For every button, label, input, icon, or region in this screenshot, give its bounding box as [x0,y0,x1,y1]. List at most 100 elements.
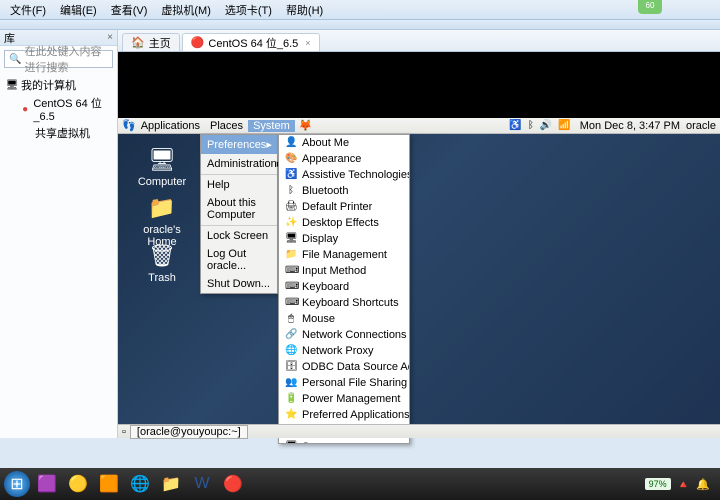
pref-network-proxy[interactable]: 🌐Network Proxy [279,343,409,359]
network-icon[interactable]: 📶 [558,120,570,131]
sys-lock[interactable]: Lock Screen [201,227,277,245]
clock[interactable]: Mon Dec 8, 3:47 PM [580,120,680,132]
pref-screensaver[interactable]: 🖥Screensaver [279,439,409,444]
system-tray: 97% 🔺 🔔 [645,478,716,491]
pref-assistive-technologies[interactable]: ♿Assistive Technologies [279,167,409,183]
word-icon[interactable]: W [188,471,216,497]
pref-item-icon: 🔋 [285,393,297,405]
tab-home[interactable]: 🏠主页 [122,33,180,51]
tab-centos[interactable]: 🔴CentOS 64 位_6.5× [182,33,320,51]
start-button[interactable]: ⊞ [4,471,30,497]
pref-personal-file-sharing[interactable]: 👥Personal File Sharing [279,375,409,391]
tray-icon[interactable]: 🔺 [677,478,691,491]
desktop-trash[interactable]: 🗑Trash [132,242,192,284]
tree-shared[interactable]: 共享虚拟机 [6,124,111,142]
menu-tabs[interactable]: 选项卡(T) [219,0,278,20]
host-menubar: 文件(F) 编辑(E) 查看(V) 虚拟机(M) 选项卡(T) 帮助(H) [0,0,720,20]
firefox-icon[interactable]: 🦊 [299,119,313,132]
pref-desktop-effects[interactable]: ✨Desktop Effects [279,215,409,231]
pref-item-icon: 🖥 [285,441,297,444]
computer-icon: 🖥 [6,79,18,91]
pref-default-printer[interactable]: 🖨Default Printer [279,199,409,215]
search-icon: 🔍 [9,54,21,65]
pref-item-icon: 🔗 [285,329,297,341]
pref-input-method[interactable]: ⌨Input Method [279,263,409,279]
menu-help[interactable]: 帮助(H) [280,0,329,20]
tree-vm-centos[interactable]: ●CentOS 64 位_6.5 [6,94,111,124]
volume-icon[interactable]: 🔊 [540,120,552,131]
tree-root[interactable]: 🖥我的计算机 [6,76,111,94]
pref-about-me[interactable]: 👤About Me [279,135,409,151]
pref-item-icon: ⭐ [285,409,297,421]
show-desktop-icon[interactable]: ▫ [122,426,126,438]
pref-display[interactable]: 🖥Display [279,231,409,247]
sys-about[interactable]: About this Computer [201,194,277,224]
pref-item-icon: 👤 [285,137,297,149]
menu-file[interactable]: 文件(F) [4,0,52,20]
menu-view[interactable]: 查看(V) [105,0,154,20]
pref-item-icon: 🖨 [285,201,297,213]
pref-appearance[interactable]: 🎨Appearance [279,151,409,167]
sidebar: 库 × 🔍 在此处键入内容进行搜索 🖥我的计算机 ●CentOS 64 位_6.… [0,30,118,438]
pref-keyboard-shortcuts[interactable]: ⌨Keyboard Shortcuts [279,295,409,311]
search-placeholder: 在此处键入内容进行搜索 [24,43,108,75]
sys-logout[interactable]: Log Out oracle... [201,245,277,275]
app-icon[interactable]: 🟧 [95,471,123,497]
pref-item-icon: 🌐 [285,345,297,357]
gnome-bottom-panel: ▫ [oracle@youyoupc:~] [118,424,720,438]
pref-network-connections[interactable]: 🔗Network Connections [279,327,409,343]
trash-icon: 🗑 [146,242,178,270]
menu-applications[interactable]: Applications [136,120,205,132]
app-icon[interactable]: 🟪 [33,471,61,497]
guest-screen: 👣 Applications Places System 🦊 ♿ ᛒ 🔊 📶 M… [118,52,720,438]
close-icon[interactable]: × [305,38,310,48]
pref-keyboard[interactable]: ⌨Keyboard [279,279,409,295]
menu-places[interactable]: Places [205,120,248,132]
chevron-right-icon: ▸ [266,138,272,151]
menu-vm[interactable]: 虚拟机(M) [155,0,217,20]
sys-shutdown[interactable]: Shut Down... [201,275,277,293]
user-menu[interactable]: oracle [686,120,716,132]
taskbar-terminal[interactable]: [oracle@youyoupc:~] [130,425,248,439]
app-icon[interactable]: 🔴 [219,471,247,497]
app-icon[interactable]: 🟡 [64,471,92,497]
pref-item-icon: 👥 [285,377,297,389]
pref-file-management[interactable]: 📁File Management [279,247,409,263]
pref-bluetooth[interactable]: ᛒBluetooth [279,183,409,199]
windows-taskbar: ⊞ 🟪 🟡 🟧 🌐 📁 W 🔴 97% 🔺 🔔 [0,468,720,500]
sys-administration[interactable]: Administration▸ [201,154,277,173]
pref-item-icon: 🎨 [285,153,297,165]
shared-icon [20,127,32,139]
pref-odbc-data-source-administrator[interactable]: 🗄ODBC Data Source Administrator [279,359,409,375]
sys-help[interactable]: Help [201,176,277,194]
bluetooth-icon[interactable]: ᛒ [528,120,534,131]
guest-black-margin [118,52,720,118]
battery-indicator[interactable]: 97% [645,478,671,490]
sys-preferences[interactable]: Preferences▸ [201,135,277,154]
vm-icon: ● [20,103,30,115]
sidebar-title: 库 [4,30,15,46]
pref-item-icon: 📁 [285,249,297,261]
pref-power-management[interactable]: 🔋Power Management [279,391,409,407]
close-icon[interactable]: × [107,32,113,43]
folder-icon: 📁 [146,194,178,222]
menu-edit[interactable]: 编辑(E) [54,0,103,20]
pref-mouse[interactable]: 🖱Mouse [279,311,409,327]
monitor-icon: 🖥 [146,146,178,174]
pref-item-icon: 🗄 [285,361,297,373]
accessibility-icon[interactable]: ♿ [509,120,521,131]
vm-tab-icon: 🔴 [191,36,205,49]
pref-preferred-applications[interactable]: ⭐Preferred Applications [279,407,409,423]
gnome-foot-icon: 👣 [122,119,136,132]
ie-icon[interactable]: 🌐 [126,471,154,497]
search-input[interactable]: 🔍 在此处键入内容进行搜索 [4,50,113,68]
pref-item-icon: ✨ [285,217,297,229]
desktop-home[interactable]: 📁oracle's Home [132,194,192,248]
tab-bar: 🏠主页 🔴CentOS 64 位_6.5× [118,30,720,52]
tray-icon[interactable]: 🔔 [696,478,710,491]
desktop-computer[interactable]: 🖥Computer [132,146,192,188]
pref-item-icon: 🖥 [285,233,297,245]
menu-system[interactable]: System [248,120,295,132]
explorer-icon[interactable]: 📁 [157,471,185,497]
separator [201,174,277,175]
